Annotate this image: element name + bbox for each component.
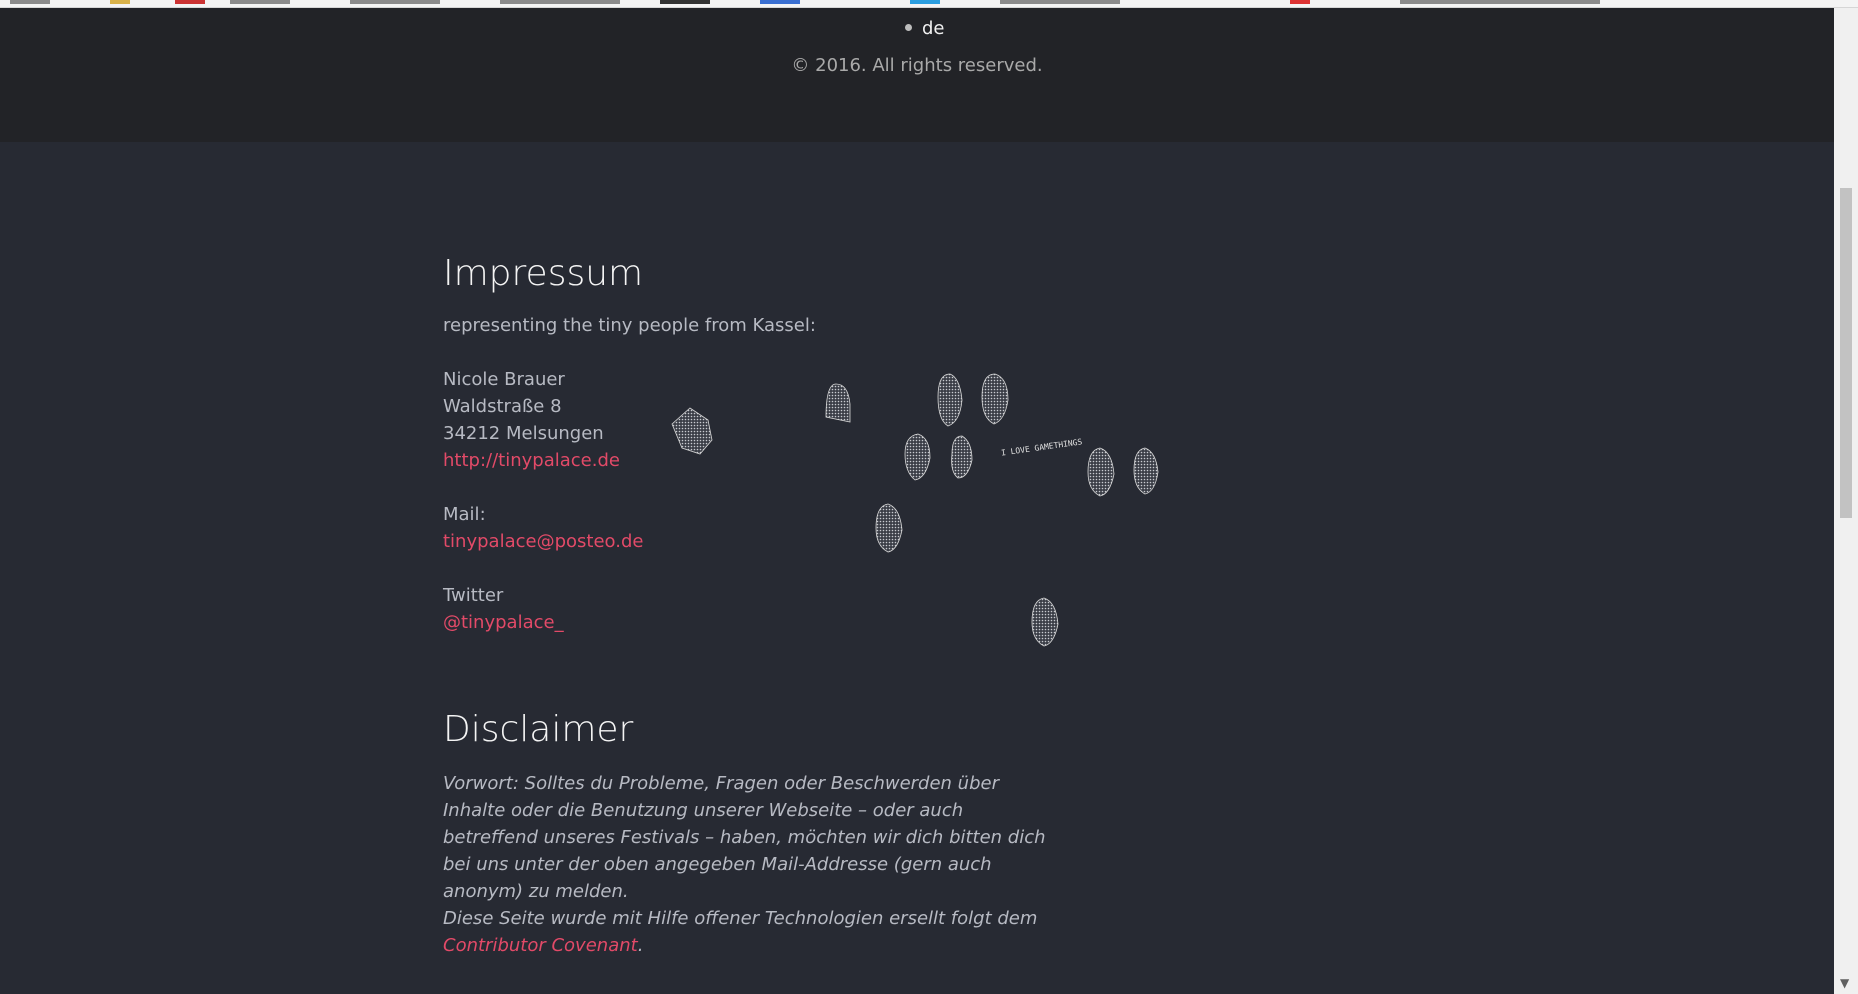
impressum-heading: Impressum [443,253,644,294]
browser-bookmarks-strip [0,0,1858,8]
language-label[interactable]: de [922,18,945,39]
mail-label: Mail: [443,504,486,525]
copyright-text: © 2016. All rights reserved. [791,55,1043,76]
site-footer: de © 2016. All rights reserved. [0,8,1834,142]
website-link[interactable]: http://tinypalace.de [443,447,620,474]
impressum-intro: representing the tiny people from Kassel… [443,315,816,336]
main-content: I LOVE GAMETHINGS Impressum representing… [0,142,1834,994]
vertical-scrollbar[interactable]: ▼ [1834,8,1858,994]
contributor-covenant-link[interactable]: Contributor Covenant [443,935,638,956]
contact-name: Nicole Brauer [443,369,565,390]
contact-street: Waldstraße 8 [443,396,562,417]
tiny-people-doodles-icon [671,373,1159,647]
disclaimer-paragraph-1: Vorwort: Solltes du Probleme, Fragen ode… [443,773,1046,902]
contact-city: 34212 Melsungen [443,423,604,444]
scrollbar-thumb[interactable] [1840,188,1852,518]
disclaimer-text: Diese Seite wurde mit Hilfe offener Tech… [443,908,1038,929]
language-item[interactable]: de [905,18,945,39]
twitter-label: Twitter [443,585,504,606]
disclaimer-paragraph-2: Diese Seite wurde mit Hilfe offener Tech… [443,905,1063,959]
disclaimer-heading: Disclaimer [443,709,634,750]
bullet-icon [905,23,912,31]
mail-link[interactable]: tinypalace@posteo.de [443,528,643,555]
scroll-down-arrow-icon[interactable]: ▼ [1840,976,1849,990]
doodle-caption: I LOVE GAMETHINGS [1001,437,1084,457]
disclaimer-period: . [637,935,644,956]
twitter-link[interactable]: @tinypalace_ [443,609,564,636]
